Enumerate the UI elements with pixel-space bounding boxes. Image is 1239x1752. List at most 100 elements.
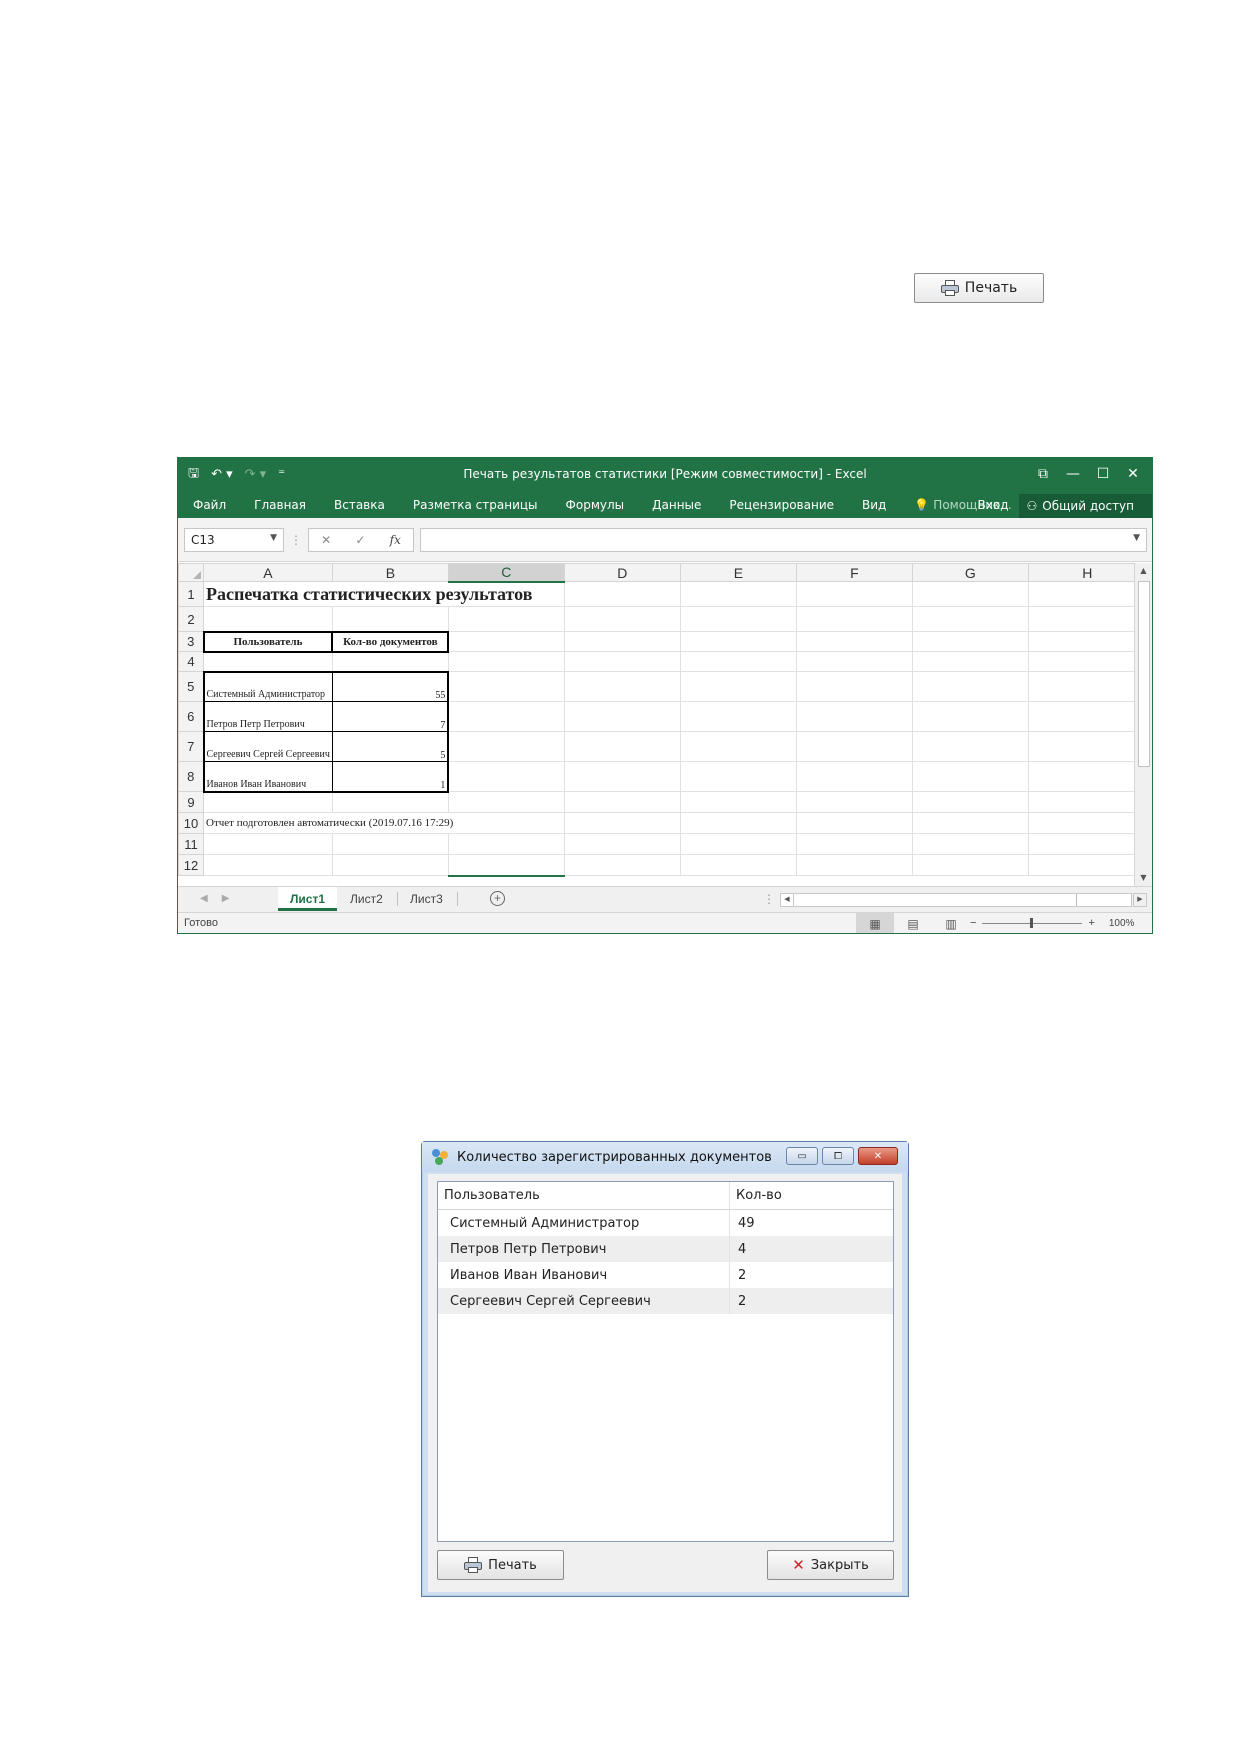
column-header-count[interactable]: Кол-во (730, 1182, 782, 1209)
tab-page-layout[interactable]: Разметка страницы (399, 498, 552, 512)
user-cell[interactable]: Сергеевич Сергей Сергеевич (202, 731, 333, 762)
redo-icon[interactable]: ↷ ▾ (245, 467, 267, 482)
cell[interactable] (911, 701, 1029, 732)
cell[interactable] (203, 833, 333, 855)
zoom-level[interactable]: 100% (1109, 918, 1135, 929)
splitter-grip[interactable]: ⋮ (763, 892, 775, 906)
sign-in-link[interactable]: Вход (968, 498, 1019, 512)
cell[interactable] (331, 854, 449, 876)
tab-review[interactable]: Рецензирование (715, 498, 848, 512)
cell[interactable] (1027, 631, 1147, 652)
tab-insert[interactable]: Вставка (320, 498, 399, 512)
scroll-thumb[interactable] (1138, 581, 1150, 767)
cell[interactable] (203, 854, 333, 876)
cell[interactable] (795, 581, 913, 607)
enter-icon[interactable]: ✓ (355, 533, 365, 547)
cell[interactable] (1027, 812, 1147, 834)
cell[interactable] (911, 833, 1029, 855)
sheet-nav-arrows[interactable]: ◀▶ (200, 893, 243, 904)
vertical-scrollbar[interactable]: ▲ ▼ (1134, 563, 1152, 886)
scroll-up-icon[interactable]: ▲ (1135, 563, 1152, 579)
cell[interactable] (795, 606, 913, 632)
undo-icon[interactable]: ↶ ▾ (211, 467, 233, 482)
row-header[interactable]: 10 (178, 812, 204, 834)
cancel-icon[interactable]: ✕ (321, 533, 331, 547)
cell[interactable] (447, 651, 565, 672)
zoom-out-icon[interactable]: − (970, 917, 976, 929)
name-box[interactable]: C13 ▼ (184, 527, 284, 552)
cell[interactable] (911, 812, 1029, 834)
cell[interactable] (447, 761, 565, 792)
row-header[interactable]: 9 (178, 791, 204, 813)
row-header[interactable]: 12 (178, 854, 204, 876)
header-cell-count[interactable]: Кол-во документов (331, 630, 450, 653)
cell[interactable] (679, 581, 797, 607)
row-header[interactable]: 11 (178, 833, 204, 855)
cell[interactable] (1027, 701, 1147, 732)
expand-formula-icon[interactable]: ▼ (1133, 533, 1140, 543)
minimize-icon[interactable]: ▭ (786, 1147, 818, 1165)
cell[interactable] (331, 606, 449, 632)
count-cell[interactable]: 55 (331, 670, 450, 702)
user-cell[interactable]: Системный Администратор (202, 670, 333, 702)
cell[interactable] (679, 833, 797, 855)
results-list[interactable]: Пользователь Кол-во Системный Администра… (437, 1181, 894, 1542)
close-icon[interactable]: ✕ (1118, 462, 1148, 486)
cell[interactable] (563, 833, 681, 855)
tab-home[interactable]: Главная (240, 498, 320, 512)
cell[interactable] (795, 631, 913, 652)
cell[interactable] (911, 606, 1029, 632)
page-break-view-icon[interactable]: ▥ (932, 913, 970, 933)
user-cell[interactable]: Иванов Иван Иванович (202, 761, 333, 793)
tab-formulas[interactable]: Формулы (552, 498, 639, 512)
maximize-icon[interactable]: ☐ (1088, 462, 1118, 486)
cell[interactable] (1027, 581, 1147, 607)
cell[interactable] (911, 581, 1029, 607)
column-header[interactable]: F (795, 563, 913, 582)
cell[interactable] (911, 651, 1029, 672)
cell[interactable] (911, 854, 1029, 876)
column-header[interactable]: A (203, 563, 333, 582)
share-button[interactable]: ⚇ Общий доступ (1018, 493, 1152, 518)
scroll-right-icon[interactable]: ▶ (1133, 893, 1147, 907)
tab-file[interactable]: Файл (178, 498, 240, 512)
cell[interactable] (203, 791, 333, 813)
maximize-icon[interactable]: ⧠ (822, 1147, 854, 1165)
cell[interactable] (795, 731, 913, 762)
cell[interactable] (795, 651, 913, 672)
list-item[interactable]: Иванов Иван Иванович 2 (438, 1262, 893, 1288)
zoom-in-icon[interactable]: + (1088, 917, 1094, 929)
cell[interactable] (795, 761, 913, 792)
sheet-tab-1[interactable]: Лист1 (278, 887, 338, 911)
cell[interactable] (563, 671, 681, 702)
cell[interactable] (563, 761, 681, 792)
cell[interactable] (679, 791, 797, 813)
row-header[interactable]: 8 (178, 761, 204, 792)
scroll-left-icon[interactable]: ◀ (781, 894, 794, 906)
chevron-down-icon[interactable]: ▼ (270, 533, 277, 543)
cell[interactable] (911, 731, 1029, 762)
cell[interactable] (679, 701, 797, 732)
zoom-slider[interactable] (982, 917, 1083, 928)
count-cell[interactable]: 1 (331, 761, 450, 793)
column-header[interactable]: G (911, 563, 1029, 582)
cell[interactable] (563, 812, 681, 834)
cell[interactable] (203, 651, 333, 672)
report-note-cell[interactable]: Отчет подготовлен автоматически (2019.07… (203, 812, 565, 834)
list-item[interactable]: Сергеевич Сергей Сергеевич 2 (438, 1288, 893, 1314)
print-button[interactable]: Печать (914, 273, 1044, 303)
row-header[interactable]: 3 (178, 631, 204, 652)
cell[interactable] (203, 606, 333, 632)
cell[interactable] (563, 581, 681, 607)
sheet-tab-2[interactable]: Лист2 (338, 887, 395, 911)
header-cell-user[interactable]: Пользователь (202, 630, 334, 653)
cell[interactable] (563, 631, 681, 652)
cell[interactable] (331, 833, 449, 855)
cell[interactable] (1027, 833, 1147, 855)
cell[interactable] (331, 651, 449, 672)
column-header-active[interactable]: C (447, 563, 565, 583)
dialog-close-button[interactable]: ✕ Закрыть (767, 1550, 894, 1580)
column-header[interactable]: H (1027, 563, 1147, 582)
cell[interactable] (563, 854, 681, 876)
cell[interactable] (795, 833, 913, 855)
